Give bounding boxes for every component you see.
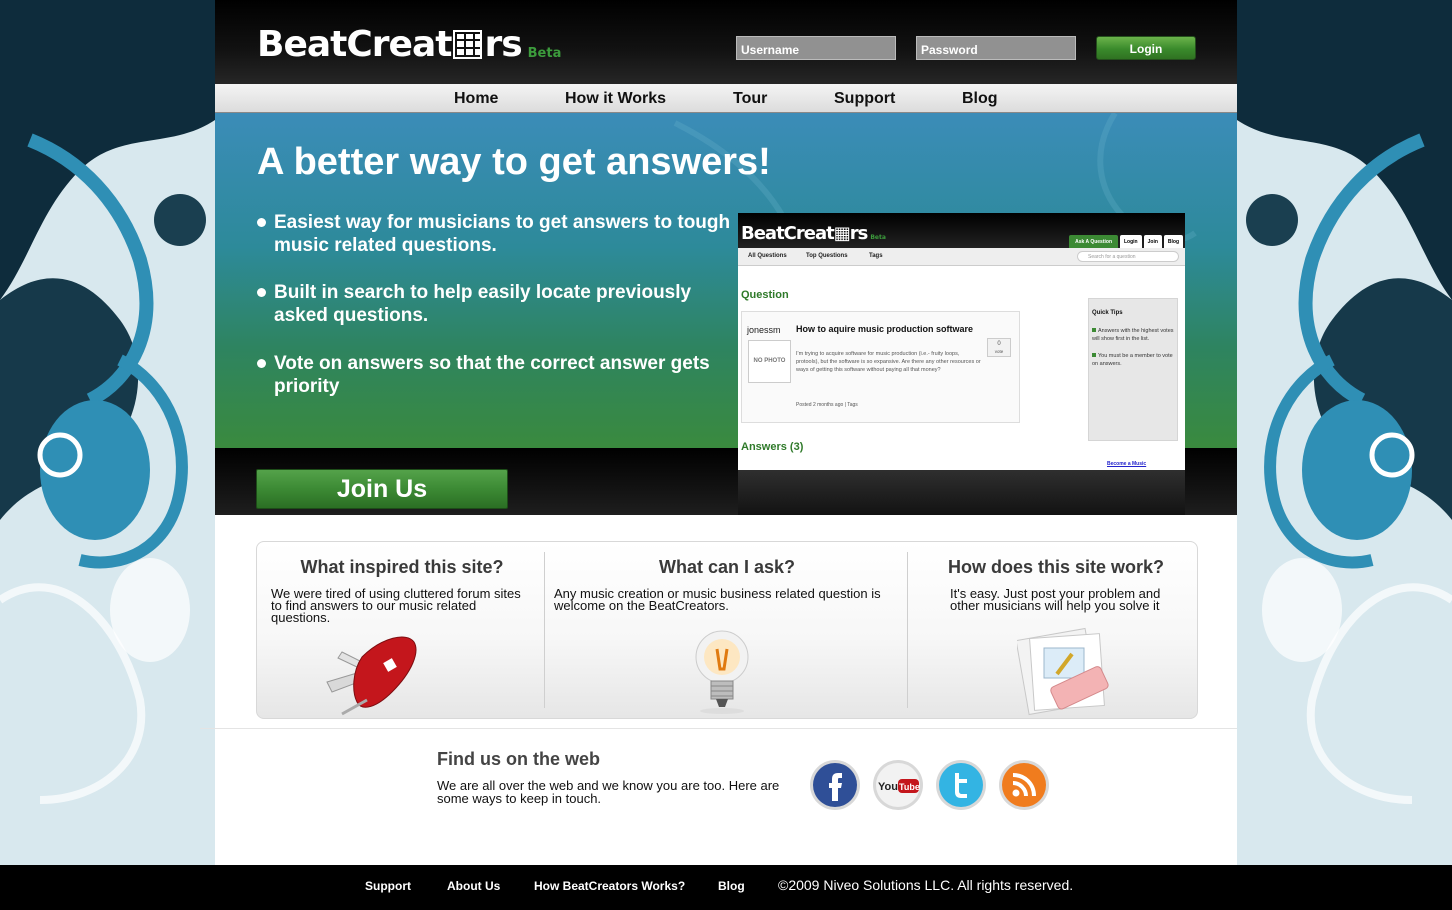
nav-item-home[interactable]: Home xyxy=(454,90,498,108)
find-us-title: Find us on the web xyxy=(437,749,600,769)
footer-link-about[interactable]: About Us xyxy=(447,879,500,893)
preview-tab: Join xyxy=(1143,235,1162,249)
info-heading-how: How does this site work? xyxy=(947,557,1165,577)
preview-tip-text: Answers with the highest votes will show… xyxy=(1092,328,1174,342)
info-text-inspired: We were tired of using cluttered forum s… xyxy=(271,586,521,625)
facebook-icon[interactable] xyxy=(809,759,861,811)
preview-tab: Blog xyxy=(1163,235,1183,249)
nav-item-tour[interactable]: Tour xyxy=(733,90,767,108)
svg-text:Tube: Tube xyxy=(899,782,920,792)
twitter-icon[interactable] xyxy=(935,759,987,811)
section-separator xyxy=(200,728,1237,729)
preview-quick-tips: Quick Tips Answers with the highest vote… xyxy=(1088,298,1178,441)
hero-title: A better way to get answers! xyxy=(257,141,771,183)
youtube-icon[interactable]: You Tube xyxy=(872,759,924,811)
join-us-button[interactable]: Join Us xyxy=(256,469,508,509)
info-heading-inspired: What inspired this site? xyxy=(300,557,504,577)
rss-icon[interactable] xyxy=(998,759,1050,811)
preview-tip-text: You must be a member to vote on answers. xyxy=(1092,353,1173,367)
footer-link-how-it-works[interactable]: How BeatCreators Works? xyxy=(534,879,685,893)
brand-name-part1: BeatCreat xyxy=(257,23,452,65)
find-us-text: We are all over the web and we know you … xyxy=(437,778,780,806)
header: BeatCreat rs Beta Username Password Logi… xyxy=(215,0,1237,84)
preview-vote-count: 0 xyxy=(997,341,1001,347)
hero-bullet-text: Built in search to help easily locate pr… xyxy=(274,282,692,326)
preview-username: jonessm xyxy=(747,325,781,335)
light-bulb-icon xyxy=(695,630,749,714)
paper-eraser-icon xyxy=(1017,627,1109,716)
side-decoration-right xyxy=(1237,0,1452,865)
brand-logo[interactable]: BeatCreat rs Beta xyxy=(257,22,561,66)
preview-beta: Beta xyxy=(870,234,886,241)
info-divider xyxy=(544,552,545,708)
hero-bullet: Vote on answers so that the correct answ… xyxy=(257,352,757,398)
page-container: BeatCreat rs Beta Username Password Logi… xyxy=(200,0,1237,865)
preview-question-card: jonessm NO PHOTO How to aquire music pro… xyxy=(741,311,1020,423)
bullet-dot-icon xyxy=(257,218,266,227)
main-nav: Home How it Works Tour Support Blog xyxy=(215,84,1237,113)
preview-nav-item: Top Questions xyxy=(806,253,848,259)
info-divider xyxy=(907,552,908,708)
svg-text:You: You xyxy=(878,781,898,793)
preview-question-body: I'm trying to acquire software for music… xyxy=(796,351,981,373)
nav-item-support[interactable]: Support xyxy=(834,90,895,108)
preview-tab: Ask A Question xyxy=(1069,235,1118,249)
preview-question-heading: Question xyxy=(741,289,789,301)
footer-link-blog[interactable]: Blog xyxy=(718,879,745,893)
info-panel: What inspired this site? We were tired o… xyxy=(256,541,1198,719)
password-input[interactable]: Password xyxy=(916,36,1076,60)
login-button[interactable]: Login xyxy=(1096,36,1196,60)
preview-nav: All Questions Top Questions Tags Search … xyxy=(738,248,1185,266)
bullet-dot-icon xyxy=(257,359,266,368)
preview-header: BeatCreat▦rs Beta Ask A Question Login Jo… xyxy=(738,213,1185,249)
preview-tab: Login xyxy=(1120,235,1142,249)
preview-answers-heading: Answers (3) xyxy=(741,441,804,453)
swiss-knife-icon xyxy=(326,636,417,716)
preview-reflection xyxy=(738,470,1185,515)
info-heading-ask: What can I ask? xyxy=(658,557,796,577)
preview-tip: You must be a member to vote on answers. xyxy=(1092,352,1176,368)
footer: Support About Us How BeatCreators Works?… xyxy=(0,865,1452,910)
preview-vote-label: vote xyxy=(994,349,1004,354)
hero-bullet-text: Vote on answers so that the correct answ… xyxy=(274,353,710,397)
username-input[interactable]: Username xyxy=(736,36,896,60)
preview-tip: Answers with the highest votes will show… xyxy=(1092,327,1176,343)
brand-name-part2: rs xyxy=(484,23,522,65)
footer-link-support[interactable]: Support xyxy=(365,879,411,893)
preview-vote-box: 0 vote xyxy=(987,338,1011,357)
nav-item-how-it-works[interactable]: How it Works xyxy=(565,90,666,108)
side-decoration-left xyxy=(0,0,215,865)
preview-tabs: Ask A Question Login Join Blog xyxy=(1069,235,1183,249)
preview-nav-item: Tags xyxy=(869,253,883,259)
preview-question-title: How to aquire music production software xyxy=(796,324,974,334)
preview-tips-title: Quick Tips xyxy=(1092,310,1123,316)
nav-item-blog[interactable]: Blog xyxy=(962,90,998,108)
logo-grid-icon xyxy=(453,29,483,59)
preview-search: Search for a question xyxy=(1077,251,1179,262)
info-text-ask: Any music creation or music business rel… xyxy=(554,586,881,613)
preview-logo: BeatCreat▦rs Beta xyxy=(741,223,886,244)
preview-nav-item: All Questions xyxy=(748,253,787,259)
bullet-dot-icon xyxy=(257,288,266,297)
preview-logo-text: BeatCreat▦rs xyxy=(741,223,868,244)
beta-label: Beta xyxy=(527,45,562,61)
info-text-how: It's easy. Just post your problem and ot… xyxy=(950,586,1161,613)
site-preview-screenshot: BeatCreat▦rs Beta Ask A Question Login Jo… xyxy=(738,213,1185,470)
hero-bullet-text: Easiest way for musicians to get answers… xyxy=(274,212,731,256)
preview-avatar: NO PHOTO xyxy=(748,340,791,383)
preview-side-link: Become a Music xyxy=(1107,461,1147,467)
preview-posted: Posted 2 months ago | Tags xyxy=(796,402,858,408)
hero-bullet: Easiest way for musicians to get answers… xyxy=(257,211,737,257)
hero-bullet: Built in search to help easily locate pr… xyxy=(257,281,737,327)
footer-copyright: ©2009 Niveo Solutions LLC. All rights re… xyxy=(778,877,1074,893)
